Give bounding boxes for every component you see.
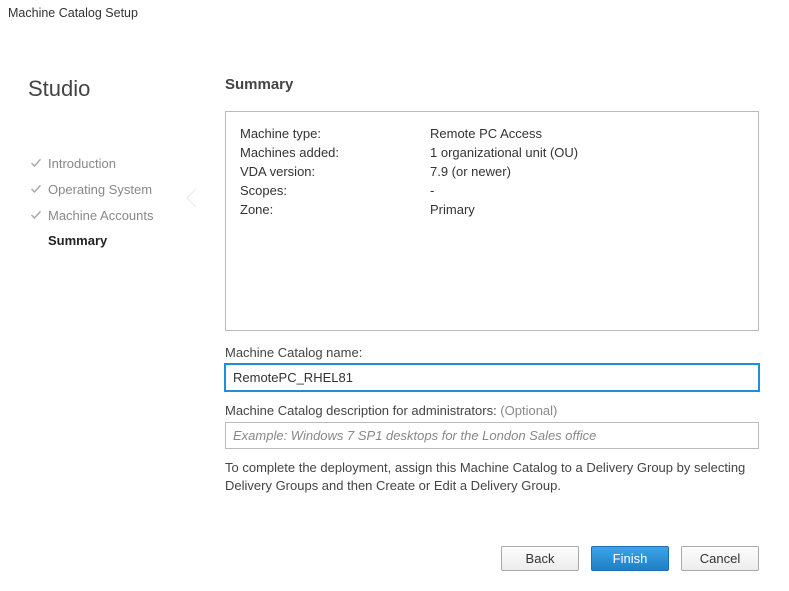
- step-summary[interactable]: Summary: [28, 228, 185, 253]
- catalog-name-input[interactable]: [225, 364, 759, 391]
- helper-text: To complete the deployment, assign this …: [225, 459, 759, 494]
- catalog-desc-label: Machine Catalog description for administ…: [225, 403, 759, 418]
- catalog-desc-input[interactable]: [225, 422, 759, 449]
- page-title: Summary: [225, 76, 759, 93]
- summary-value: 7.9 (or newer): [430, 164, 744, 179]
- summary-panel: Machine type: Remote PC Access Machines …: [225, 111, 759, 331]
- summary-key: Machines added:: [240, 145, 430, 160]
- check-icon: [28, 181, 44, 197]
- summary-key: Scopes:: [240, 183, 430, 198]
- wizard-buttons: Back Finish Cancel: [501, 546, 759, 571]
- catalog-desc-label-text: Machine Catalog description for administ…: [225, 403, 500, 418]
- check-icon: [28, 155, 44, 171]
- step-machine-accounts[interactable]: Machine Accounts: [28, 202, 185, 228]
- wizard-sidebar: Studio Introduction Operating System Mac…: [0, 26, 195, 589]
- step-label: Introduction: [48, 156, 116, 171]
- step-label: Operating System: [48, 182, 152, 197]
- summary-row-zone: Zone: Primary: [240, 200, 744, 219]
- summary-key: Zone:: [240, 202, 430, 217]
- summary-value: Remote PC Access: [430, 126, 744, 141]
- summary-key: VDA version:: [240, 164, 430, 179]
- wizard-steps: Introduction Operating System Machine Ac…: [28, 150, 185, 253]
- summary-row-machines-added: Machines added: 1 organizational unit (O…: [240, 143, 744, 162]
- step-introduction[interactable]: Introduction: [28, 150, 185, 176]
- summary-row-vda-version: VDA version: 7.9 (or newer): [240, 162, 744, 181]
- summary-row-scopes: Scopes: -: [240, 181, 744, 200]
- app-brand: Studio: [28, 76, 185, 102]
- summary-value: Primary: [430, 202, 744, 217]
- step-operating-system[interactable]: Operating System: [28, 176, 185, 202]
- finish-button[interactable]: Finish: [591, 546, 669, 571]
- summary-key: Machine type:: [240, 126, 430, 141]
- cancel-button[interactable]: Cancel: [681, 546, 759, 571]
- step-label: Machine Accounts: [48, 208, 154, 223]
- check-icon: [28, 207, 44, 223]
- catalog-desc-optional: (Optional): [500, 403, 557, 418]
- step-label: Summary: [48, 233, 107, 248]
- back-button[interactable]: Back: [501, 546, 579, 571]
- summary-value: -: [430, 183, 744, 198]
- catalog-name-label: Machine Catalog name:: [225, 345, 759, 360]
- step-pointer-icon: [186, 188, 196, 208]
- summary-row-machine-type: Machine type: Remote PC Access: [240, 124, 744, 143]
- wizard-content: Summary Machine type: Remote PC Access M…: [195, 26, 789, 589]
- window-title: Machine Catalog Setup: [0, 0, 789, 26]
- summary-value: 1 organizational unit (OU): [430, 145, 744, 160]
